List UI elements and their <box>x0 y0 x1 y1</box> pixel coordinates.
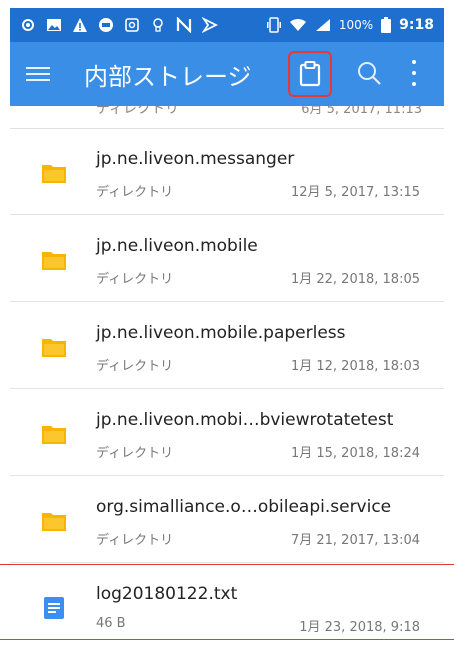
flag-icon <box>202 17 218 33</box>
item-type: ディレクトリ <box>96 185 174 200</box>
menu-icon-bar <box>26 79 50 81</box>
folder-icon <box>42 165 66 183</box>
item-type: ディレクトリ <box>96 272 174 287</box>
more-options-button[interactable] <box>408 60 420 86</box>
folder-icon <box>42 252 66 270</box>
list-item[interactable]: jp.ne.liveon.mobile.paperless ディレクトリ 1月 … <box>10 303 444 389</box>
item-name: jp.ne.liveon.mobile.paperless <box>96 323 346 343</box>
item-type: ディレクトリ <box>96 359 174 374</box>
list-item[interactable]: jp.ne.liveon.mobile ディレクトリ 1月 22, 2018, … <box>10 216 444 302</box>
menu-icon <box>26 67 50 69</box>
list-item[interactable]: jp.ne.liveon.messanger ディレクトリ 12月 5, 201… <box>10 129 444 215</box>
folder-icon <box>42 513 66 531</box>
file-list: ディレクトリ 6月 5, 2017, 11:13 jp.ne.liveon.me… <box>10 106 444 645</box>
menu-icon-bar <box>26 73 50 75</box>
search-icon[interactable] <box>356 60 382 86</box>
app-bar: 内部ストレージ <box>10 42 444 106</box>
wifi-icon <box>289 18 306 31</box>
warning-icon <box>73 18 87 32</box>
status-bar: 100% 9:18 <box>10 8 444 42</box>
clipboard-button[interactable] <box>288 51 332 97</box>
clipboard-icon <box>299 61 321 87</box>
item-type: ディレクトリ <box>96 533 174 548</box>
item-name: log20180122.txt <box>96 584 238 604</box>
folder-icon <box>42 426 66 444</box>
more-vert-dot <box>412 82 416 86</box>
sd-icon <box>125 18 139 32</box>
bulb-icon <box>153 18 163 32</box>
item-name: org.simalliance.o…obileapi.service <box>96 497 392 517</box>
text-file-icon <box>44 597 64 619</box>
more-vert-dot <box>412 71 416 75</box>
item-size: 46 B <box>96 616 126 631</box>
item-name: jp.ne.liveon.mobi…bviewrotatetest <box>96 410 394 430</box>
item-date: 1月 12, 2018, 18:03 <box>290 359 420 374</box>
item-date: 12月 5, 2017, 13:15 <box>290 185 420 200</box>
item-type: ディレクトリ <box>96 446 174 461</box>
item-date: 1月 22, 2018, 18:05 <box>290 272 420 287</box>
signal-icon <box>315 19 330 31</box>
nfc-icon <box>176 17 192 33</box>
list-item[interactable]: org.simalliance.o…obileapi.service ディレクト… <box>10 477 444 563</box>
item-date: 1月 23, 2018, 9:18 <box>299 620 420 635</box>
screen: 100% 9:18 内部ストレージ ディレクトリ 6月 5, 2017, 11:… <box>0 0 454 645</box>
image-icon <box>47 19 61 31</box>
item-type: ディレクトリ <box>96 106 180 117</box>
item-date: 6月 5, 2017, 11:13 <box>301 106 422 117</box>
clock: 9:18 <box>399 17 434 33</box>
list-item[interactable]: jp.ne.liveon.mobi…bviewrotatetest ディレクトリ… <box>10 390 444 476</box>
notification-icon <box>22 19 34 31</box>
menu-button[interactable] <box>26 62 50 86</box>
app-icon <box>99 18 113 32</box>
vibrate-icon <box>266 17 281 33</box>
folder-icon <box>42 339 66 357</box>
more-vert-icon <box>412 60 416 64</box>
battery-icon <box>381 17 392 33</box>
item-name: jp.ne.liveon.messanger <box>96 149 295 169</box>
battery-percent: 100% <box>338 18 374 32</box>
list-item-partial[interactable]: ディレクトリ 6月 5, 2017, 11:13 <box>10 106 444 129</box>
list-item[interactable]: log20180122.txt 46 B 1月 23, 2018, 9:18 <box>10 564 444 645</box>
item-date: 7月 21, 2017, 13:04 <box>290 533 420 548</box>
item-name: jp.ne.liveon.mobile <box>96 236 258 256</box>
item-date: 1月 15, 2018, 18:24 <box>290 446 420 461</box>
page-title: 内部ストレージ <box>84 62 252 91</box>
